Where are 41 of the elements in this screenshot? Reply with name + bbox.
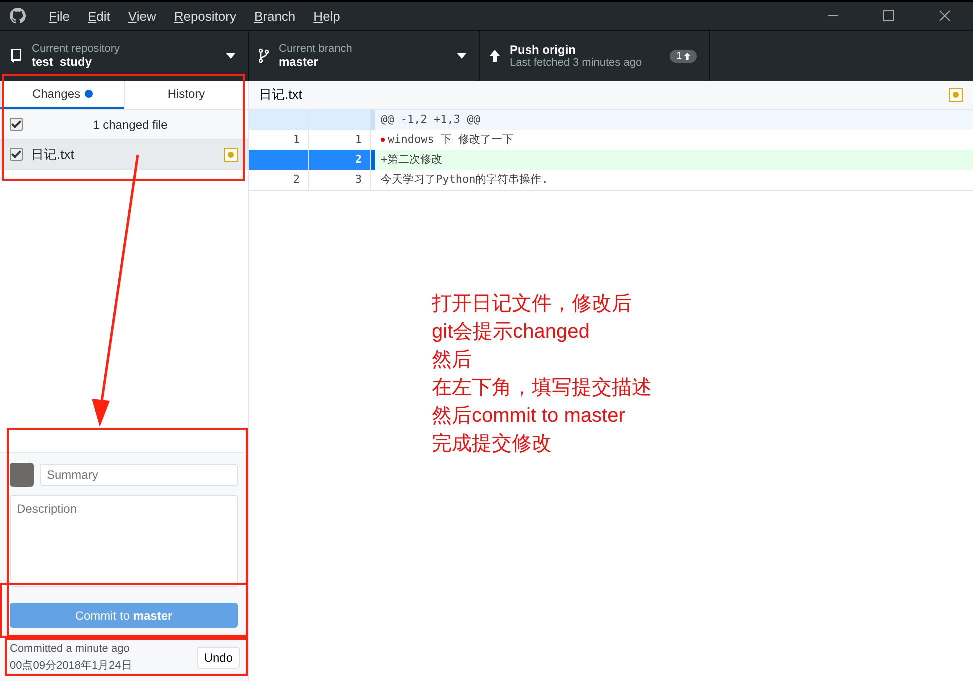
code-line: @@ -1,2 +1,3 @@ (381, 112, 480, 128)
annotation-text: 然后 (432, 348, 473, 373)
ahead-count-badge: 1 (670, 50, 697, 62)
maximize-icon[interactable] (883, 10, 895, 22)
annotation-text: git会提示changed (432, 320, 591, 345)
checkbox[interactable] (10, 148, 23, 161)
line-number[interactable]: 3 (309, 170, 371, 190)
line-number: 2 (249, 170, 309, 190)
modified-icon (224, 148, 238, 162)
menu-item[interactable]: View (128, 8, 156, 24)
caret-icon (457, 53, 467, 59)
annotation-text: 打开日记文件，修改后 (432, 292, 633, 317)
modified-icon (949, 88, 963, 102)
up-arrow-icon (490, 50, 500, 62)
menu-item[interactable]: Branch (254, 8, 296, 24)
summary-field[interactable]: Summary (40, 464, 238, 486)
diff-file-name: 日记.txt (259, 86, 302, 104)
menu-item[interactable]: Repository (174, 8, 236, 24)
last-commit-message: 00点09分2018年1月24日 (10, 658, 134, 673)
last-commit-label: Committed a minute ago (10, 643, 131, 655)
checkbox[interactable] (10, 118, 23, 131)
github-logo-icon (10, 8, 26, 24)
menu-item[interactable]: File (49, 8, 70, 24)
menu-item[interactable]: Edit (88, 8, 110, 24)
description-field[interactable]: Description (10, 495, 238, 587)
tab[interactable]: Changes (0, 81, 124, 109)
undo-button[interactable]: Undo (197, 647, 240, 669)
annotation-text: 在左下角，填写提交描述 (432, 376, 652, 401)
avatar-placeholder (10, 463, 34, 487)
repository-icon (10, 48, 22, 64)
annotation-text: 然后commit to master (432, 404, 626, 429)
changed-files-count: 1 changed file (92, 118, 169, 132)
menu-item[interactable]: Help (314, 8, 340, 24)
code-line: 今天学习了Python的字符串操作. (381, 172, 548, 188)
code-line: +第二次修改 (381, 152, 443, 168)
branch-icon (259, 48, 269, 64)
caret-icon (226, 53, 236, 59)
close-icon[interactable] (939, 10, 951, 22)
file-list-item[interactable]: 日记.txt (0, 140, 248, 170)
code-line: windows 下 修改了一下 (388, 132, 514, 148)
annotation-text: 完成提交修改 (432, 432, 553, 457)
